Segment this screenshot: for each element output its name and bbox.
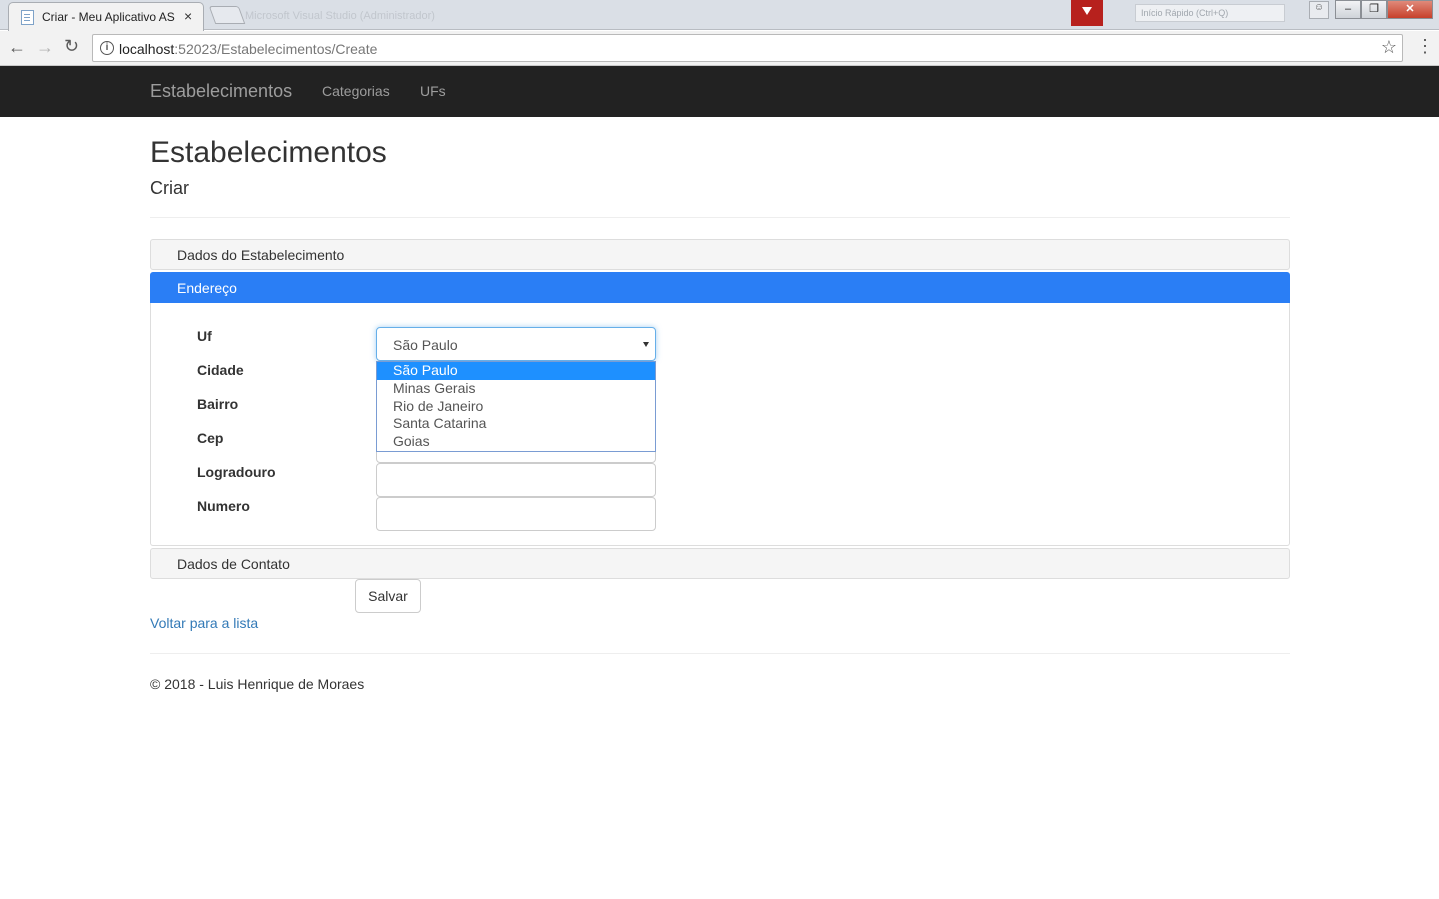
uf-select[interactable]: São Paulo [376, 327, 656, 361]
uf-select-value: São Paulo [393, 337, 458, 353]
background-window-title: Microsoft Visual Studio (Administrador) [245, 10, 435, 22]
back-arrow-icon[interactable]: ← [8, 37, 26, 58]
url-text[interactable]: localhost:52023/Estabelecimentos/Create [119, 41, 377, 57]
page-favicon-icon [21, 10, 34, 25]
uf-option[interactable]: São Paulo [377, 362, 655, 380]
browser-user-icon[interactable]: ☺ [1309, 1, 1329, 19]
browser-menu-icon[interactable]: ⋮ [1416, 37, 1434, 55]
panel-dados-contato[interactable]: Dados de Contato [150, 548, 1290, 579]
panel-dados-estabelecimento[interactable]: Dados do Estabelecimento [150, 239, 1290, 270]
nav-link-ufs[interactable]: UFs [420, 83, 446, 99]
site-navbar: Estabelecimentos Categorias UFs [0, 66, 1439, 117]
nav-link-categorias[interactable]: Categorias [322, 83, 390, 99]
minimize-button[interactable]: – [1335, 0, 1361, 19]
uf-option[interactable]: Rio de Janeiro [377, 398, 655, 416]
maximize-button[interactable]: ❐ [1361, 0, 1387, 19]
uf-dropdown-list: São Paulo Minas Gerais Rio de Janeiro Sa… [376, 361, 656, 452]
panel-title: Dados de Contato [177, 556, 290, 572]
panel-endereco[interactable]: Endereço [150, 272, 1290, 303]
label-numero: Numero [197, 498, 250, 514]
new-tab-button[interactable] [208, 6, 246, 24]
browser-tabstrip: Criar - Meu Aplicativo AS × Microsoft Vi… [0, 0, 1439, 31]
panel-title: Endereço [177, 280, 237, 296]
logradouro-input[interactable] [376, 463, 656, 497]
label-uf: Uf [197, 328, 212, 344]
page-title: Estabelecimentos [150, 136, 387, 169]
uf-option[interactable]: Santa Catarina [377, 415, 655, 433]
label-bairro: Bairro [197, 396, 239, 412]
save-button[interactable]: Salvar [355, 579, 421, 613]
divider [150, 217, 1290, 218]
page-subtitle: Criar [150, 178, 189, 198]
window-quick-launch[interactable]: Início Rápido (Ctrl+Q) [1135, 4, 1285, 22]
uf-option[interactable]: Minas Gerais [377, 380, 655, 398]
tab-title: Criar - Meu Aplicativo AS [42, 10, 175, 24]
label-logradouro: Logradouro [197, 464, 276, 480]
navbar-brand[interactable]: Estabelecimentos [150, 81, 292, 102]
info-icon[interactable]: i [100, 41, 114, 55]
tab-close-icon[interactable]: × [184, 7, 192, 25]
address-bar[interactable]: i localhost:52023/Estabelecimentos/Creat… [92, 34, 1403, 62]
back-to-list-link[interactable]: Voltar para a lista [150, 615, 258, 631]
divider [150, 653, 1290, 654]
close-window-button[interactable]: ✕ [1387, 0, 1433, 19]
browser-toolbar: ← → ↻ i localhost:52023/Estabelecimentos… [0, 31, 1439, 66]
forward-arrow-icon[interactable]: → [36, 37, 54, 58]
bookmark-star-icon[interactable]: ☆ [1381, 37, 1397, 58]
label-cep: Cep [197, 430, 224, 446]
panel-title: Dados do Estabelecimento [177, 247, 345, 263]
reload-icon[interactable]: ↻ [64, 36, 79, 57]
browser-tab[interactable]: Criar - Meu Aplicativo AS × [8, 2, 204, 31]
panel-endereco-body [150, 303, 1290, 546]
footer-text: © 2018 - Luis Henrique de Moraes [150, 676, 365, 692]
label-cidade: Cidade [197, 362, 244, 378]
window-extension-icon[interactable] [1071, 0, 1103, 26]
caret-down-icon [643, 342, 649, 347]
numero-input[interactable] [376, 497, 656, 531]
uf-option[interactable]: Goias [377, 433, 655, 451]
